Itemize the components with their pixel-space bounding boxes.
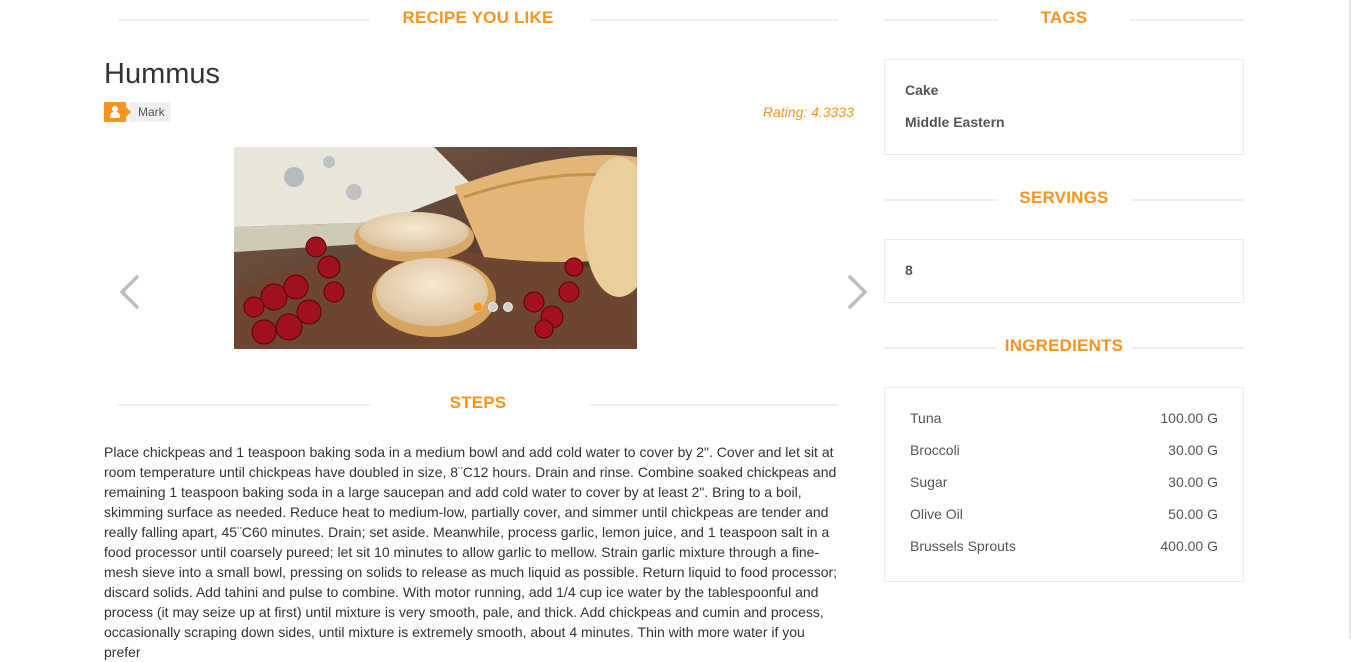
ingredient-row: Tuna 100.00 G bbox=[910, 410, 1218, 426]
ingredient-qty: 100.00 G bbox=[1160, 410, 1218, 426]
author-name: Mark bbox=[130, 101, 171, 122]
servings-value: 8 bbox=[905, 262, 913, 278]
ingredient-row: Olive Oil 50.00 G bbox=[910, 506, 1218, 522]
chevron-right-icon bbox=[845, 273, 869, 311]
author-tag[interactable]: Mark bbox=[104, 101, 171, 122]
carousel-prev-button[interactable] bbox=[118, 273, 142, 311]
steps-text: Place chickpeas and 1 teaspoon baking so… bbox=[104, 444, 838, 660]
carousel-next-button[interactable] bbox=[845, 273, 869, 311]
ingredients-box: Tuna 100.00 G Broccoli 30.00 G Sugar 30.… bbox=[884, 387, 1244, 582]
ingredient-qty: 30.00 G bbox=[1168, 442, 1218, 458]
ingredient-name: Tuna bbox=[910, 410, 942, 426]
ingredient-name: Broccoli bbox=[910, 442, 960, 458]
ingredient-row: Broccoli 30.00 G bbox=[910, 442, 1218, 458]
ingredients-section-header: INGREDIENTS bbox=[884, 328, 1244, 355]
carousel-dot-3[interactable] bbox=[503, 302, 513, 312]
user-icon bbox=[104, 101, 131, 122]
tags-section-header: TAGS bbox=[884, 0, 1244, 27]
tags-section-title: TAGS bbox=[1040, 8, 1088, 27]
recipe-rating: Rating: 4.3333 bbox=[762, 104, 854, 120]
carousel-dot-1[interactable] bbox=[473, 302, 483, 312]
servings-section-title: SERVINGS bbox=[1019, 188, 1109, 207]
ingredient-qty: 30.00 G bbox=[1168, 474, 1218, 490]
ingredient-row: Sugar 30.00 G bbox=[910, 474, 1218, 490]
carousel-dot-2[interactable] bbox=[488, 302, 498, 312]
ingredient-name: Olive Oil bbox=[910, 506, 963, 522]
tag-item[interactable]: Cake bbox=[905, 82, 938, 98]
ingredients-section-title: INGREDIENTS bbox=[1004, 336, 1124, 355]
ingredient-name: Brussels Sprouts bbox=[910, 538, 1016, 554]
carousel-indicators bbox=[473, 302, 513, 312]
steps-section-title: STEPS bbox=[449, 393, 507, 412]
servings-section-header: SERVINGS bbox=[884, 180, 1244, 207]
recipe-title: Hummus bbox=[104, 58, 221, 90]
chevron-left-icon bbox=[118, 273, 142, 311]
ingredient-qty: 400.00 G bbox=[1160, 538, 1218, 554]
ingredient-qty: 50.00 G bbox=[1168, 506, 1218, 522]
carousel-image bbox=[234, 147, 637, 349]
tags-box: Cake Middle Eastern bbox=[884, 59, 1244, 155]
steps-section-header: STEPS bbox=[118, 385, 838, 412]
ingredient-row: Brussels Sprouts 400.00 G bbox=[910, 538, 1218, 554]
servings-box: 8 bbox=[884, 239, 1244, 303]
ingredient-name: Sugar bbox=[910, 474, 948, 490]
tag-item[interactable]: Middle Eastern bbox=[905, 114, 1005, 130]
recipe-section-title: RECIPE YOU LIKE bbox=[402, 8, 554, 27]
recipe-section-header: RECIPE YOU LIKE bbox=[118, 0, 838, 27]
